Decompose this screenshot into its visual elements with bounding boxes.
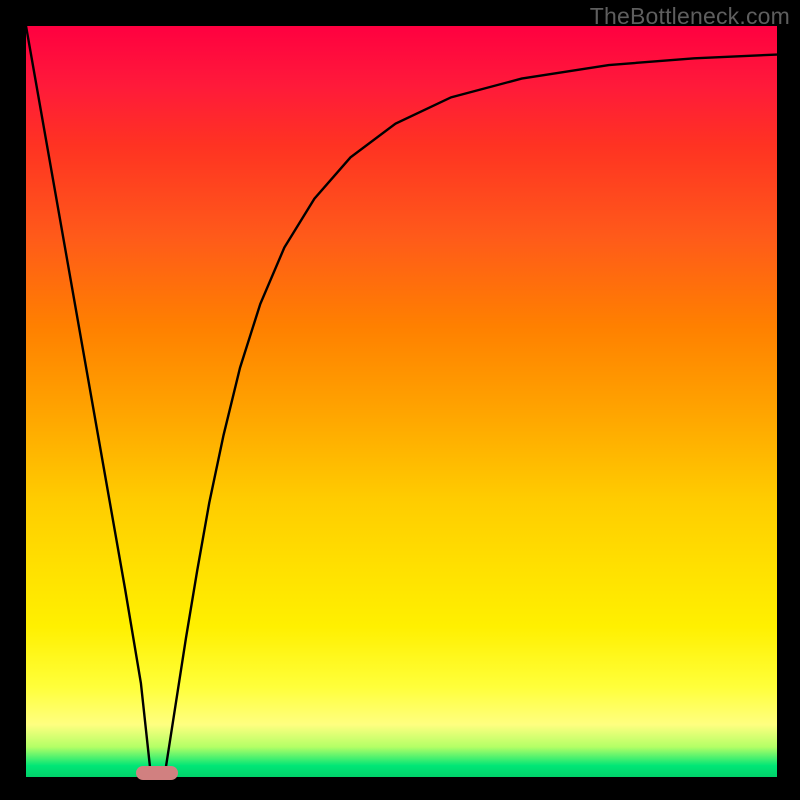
right-curve	[165, 55, 777, 774]
chart-container: TheBottleneck.com	[0, 0, 800, 800]
left-curve	[26, 26, 151, 773]
curve-layer	[26, 26, 777, 777]
optimal-marker	[136, 766, 178, 780]
